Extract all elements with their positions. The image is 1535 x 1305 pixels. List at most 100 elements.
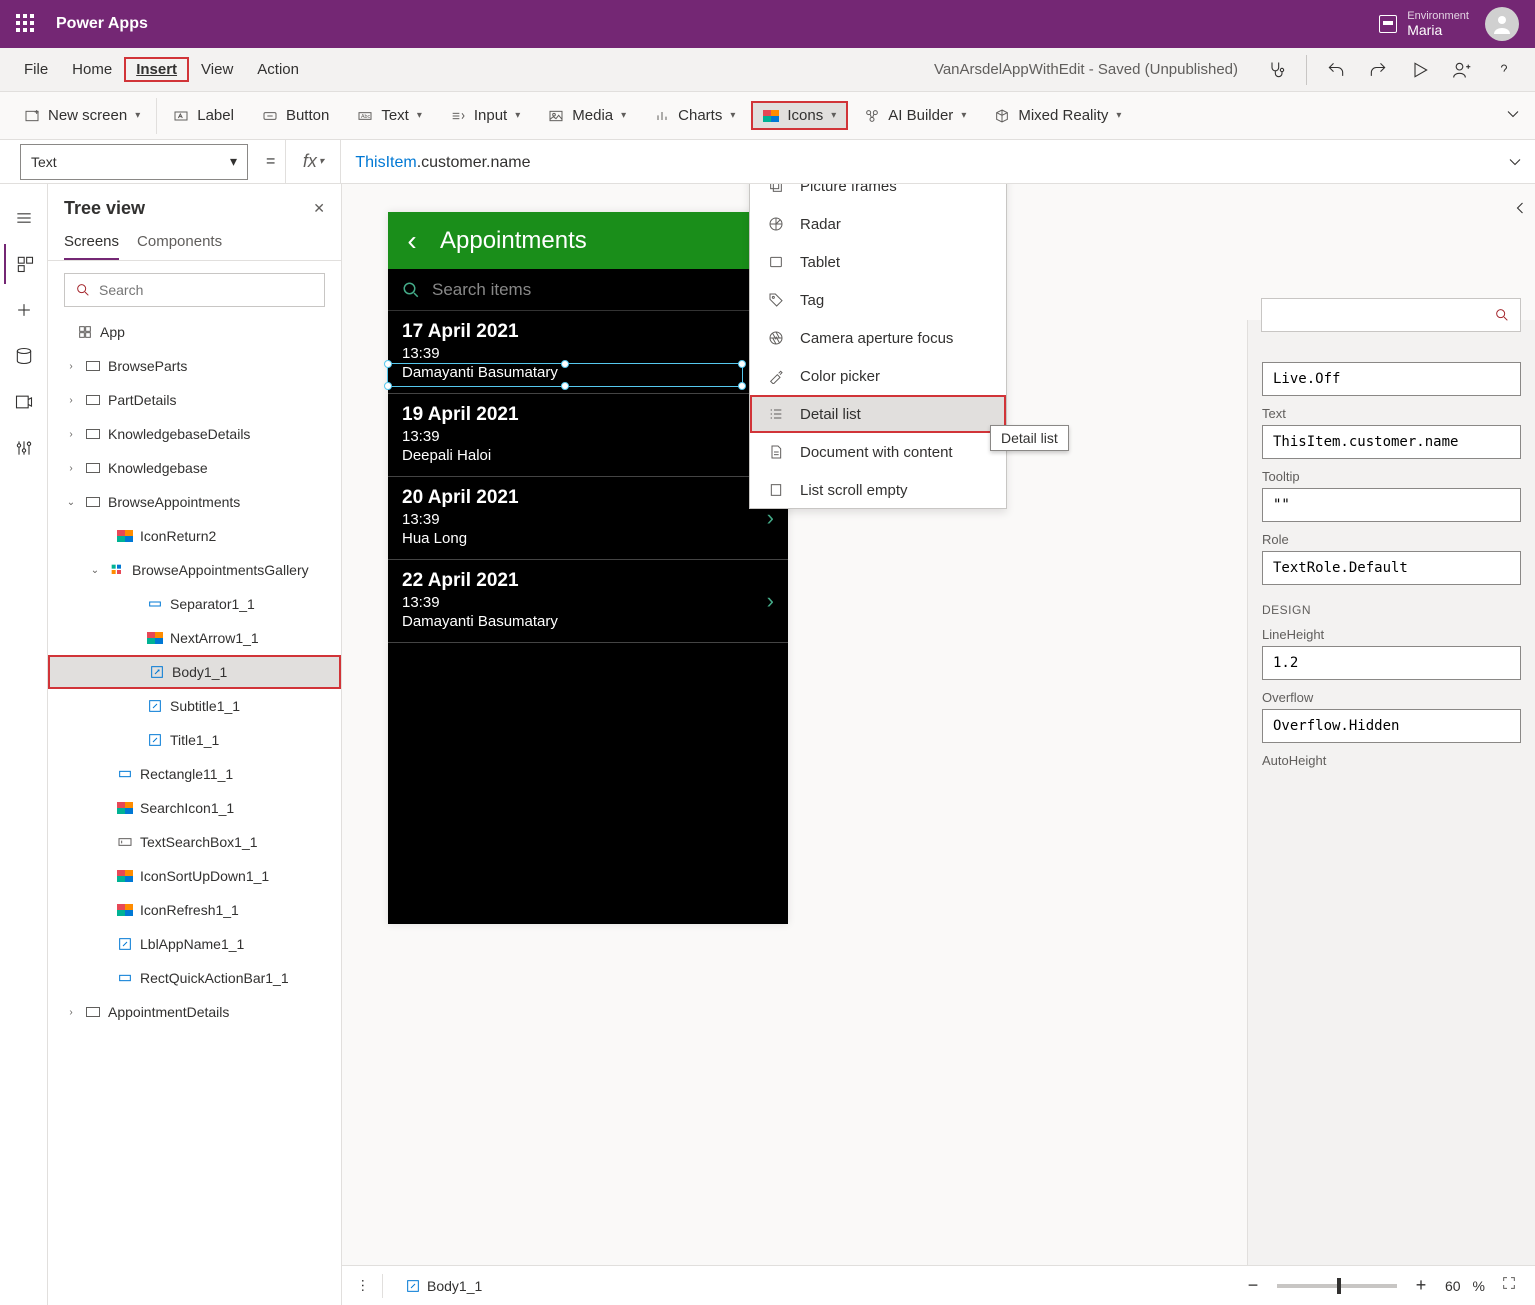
rail-data-icon[interactable] [4, 336, 44, 376]
tree-panel: Tree view ✕ Screens Components App ›Brow… [48, 184, 342, 1305]
icons-button[interactable]: Icons▾ [751, 101, 848, 130]
tree-apptdetails[interactable]: ›AppointmentDetails [48, 995, 341, 1029]
fit-screen-icon[interactable] [1497, 1275, 1521, 1296]
tree-gallery[interactable]: ⌄BrowseAppointmentsGallery [48, 553, 341, 587]
new-screen-label: New screen [48, 107, 127, 124]
tree-nextarrow[interactable]: NextArrow1_1 [48, 621, 341, 655]
zoom-slider[interactable] [1277, 1284, 1397, 1288]
tree-rectquick[interactable]: RectQuickActionBar1_1 [48, 961, 341, 995]
tree-body1-selected[interactable]: Body1_1⋯ [48, 655, 341, 689]
formula-expand-icon[interactable] [1495, 152, 1535, 172]
rail-hamburger-icon[interactable] [4, 198, 44, 238]
rail-advanced-icon[interactable] [4, 428, 44, 468]
avatar[interactable] [1485, 7, 1519, 41]
phone-search[interactable]: Search items [388, 269, 788, 311]
charts-label: Charts [678, 107, 722, 124]
text-button[interactable]: Abc Text▾ [345, 101, 434, 130]
prop-live-input[interactable] [1262, 362, 1521, 396]
help-icon[interactable] [1485, 51, 1523, 89]
mixed-reality-button[interactable]: Mixed Reality▾ [982, 101, 1133, 130]
input-button[interactable]: Input▾ [438, 101, 532, 130]
tree-kbdetails[interactable]: ›KnowledgebaseDetails [48, 417, 341, 451]
dd-color-picker[interactable]: Color picker [750, 357, 1006, 395]
prop-lineheight-input[interactable] [1262, 646, 1521, 680]
tree-search-input[interactable] [99, 282, 314, 298]
props-search[interactable] [1261, 298, 1521, 332]
tree-iconrefresh[interactable]: IconRefresh1_1 [48, 893, 341, 927]
tree-search[interactable] [64, 273, 325, 307]
tree-partdetails[interactable]: ›PartDetails [48, 383, 341, 417]
tree-rect11[interactable]: Rectangle11_1 [48, 757, 341, 791]
tree-kb[interactable]: ›Knowledgebase [48, 451, 341, 485]
tooltip: Detail list [990, 425, 1069, 451]
prop-overflow-input[interactable] [1262, 709, 1521, 743]
prop-role-input[interactable] [1262, 551, 1521, 585]
prop-text-input[interactable] [1262, 425, 1521, 459]
health-check-icon[interactable] [1258, 51, 1296, 89]
breadcrumb[interactable]: Body1_1 [405, 1278, 482, 1294]
menu-home[interactable]: Home [60, 57, 124, 82]
dd-detail-list[interactable]: Detail list [750, 395, 1006, 433]
tree-close-icon[interactable]: ✕ [313, 200, 325, 217]
menu-action[interactable]: Action [245, 57, 311, 82]
icons-icon [763, 110, 779, 122]
formula-bar: Text▾ = fx▾ ThisItem.customer.name [0, 140, 1535, 184]
tree-iconsort[interactable]: IconSortUpDown1_1 [48, 859, 341, 893]
ribbon-expand-icon[interactable] [1503, 104, 1523, 127]
dd-document-content[interactable]: Document with content [750, 433, 1006, 471]
right-panel-toggle[interactable] [1505, 184, 1535, 204]
menu-view[interactable]: View [189, 57, 245, 82]
app-launcher-icon[interactable] [16, 14, 36, 34]
tree-subtitle[interactable]: Subtitle1_1 [48, 689, 341, 723]
tree-lblappname[interactable]: LblAppName1_1 [48, 927, 341, 961]
new-screen-button[interactable]: New screen▾ [12, 101, 152, 130]
status-more-icon[interactable] [356, 1277, 370, 1294]
property-selector[interactable]: Text▾ [20, 144, 248, 180]
tree-list: App ›BrowseParts ›PartDetails ›Knowledge… [48, 315, 341, 1295]
phone-row-0[interactable]: 17 April 2021 13:39 Damayanti Basumatary [388, 311, 788, 393]
zoom-out-icon[interactable]: − [1241, 1275, 1265, 1296]
zoom-in-icon[interactable]: + [1409, 1275, 1433, 1296]
dd-picture-frames[interactable]: Picture frames [750, 184, 1006, 205]
play-icon[interactable] [1401, 51, 1439, 89]
prop-tooltip-input[interactable] [1262, 488, 1521, 522]
fx-icon[interactable]: fx▾ [285, 140, 341, 183]
phone-back-icon[interactable]: ‹ [388, 225, 436, 257]
label-button[interactable]: Label [161, 101, 246, 130]
tab-screens[interactable]: Screens [64, 225, 119, 260]
environment-picker[interactable]: Environment Maria [1379, 10, 1469, 38]
tab-components[interactable]: Components [137, 225, 222, 260]
rail-media-icon[interactable] [4, 382, 44, 422]
tree-browseparts[interactable]: ›BrowseParts [48, 349, 341, 383]
tree-searchicon[interactable]: SearchIcon1_1 [48, 791, 341, 825]
formula-input[interactable]: ThisItem.customer.name [341, 152, 1495, 172]
redo-icon[interactable] [1359, 51, 1397, 89]
dd-radar[interactable]: Radar [750, 205, 1006, 243]
undo-icon[interactable] [1317, 51, 1355, 89]
phone-row-2[interactable]: 20 April 2021 13:39 Hua Long › [388, 477, 788, 560]
ai-builder-button[interactable]: AI Builder▾ [852, 101, 978, 130]
dd-list-scroll-empty[interactable]: List scroll empty [750, 471, 1006, 509]
rail-insert-icon[interactable] [4, 290, 44, 330]
tree-iconreturn[interactable]: IconReturn2 [48, 519, 341, 553]
charts-button[interactable]: Charts▾ [642, 101, 747, 130]
phone-row-3[interactable]: 22 April 2021 13:39 Damayanti Basumatary… [388, 560, 788, 643]
dd-tag[interactable]: Tag [750, 281, 1006, 319]
left-rail [0, 184, 48, 1305]
menu-file[interactable]: File [12, 57, 60, 82]
status-bar: Body1_1 − + 60 % [342, 1265, 1535, 1305]
dd-tablet[interactable]: Tablet [750, 243, 1006, 281]
share-icon[interactable] [1443, 51, 1481, 89]
tree-browseappts[interactable]: ⌄BrowseAppointments [48, 485, 341, 519]
dd-camera-aperture[interactable]: Camera aperture focus [750, 319, 1006, 357]
button-button[interactable]: Button [250, 101, 341, 130]
chevron-right-icon[interactable]: › [767, 588, 774, 614]
menu-insert[interactable]: Insert [124, 57, 189, 82]
media-button[interactable]: Media▾ [536, 101, 638, 130]
tree-title1[interactable]: Title1_1 [48, 723, 341, 757]
rail-tree-icon[interactable] [4, 244, 44, 284]
phone-row-1[interactable]: 19 April 2021 13:39 Deepali Haloi › [388, 394, 788, 477]
tree-separator[interactable]: Separator1_1 [48, 587, 341, 621]
tree-app[interactable]: App [48, 315, 341, 349]
tree-textsearchbox[interactable]: TextSearchBox1_1 [48, 825, 341, 859]
